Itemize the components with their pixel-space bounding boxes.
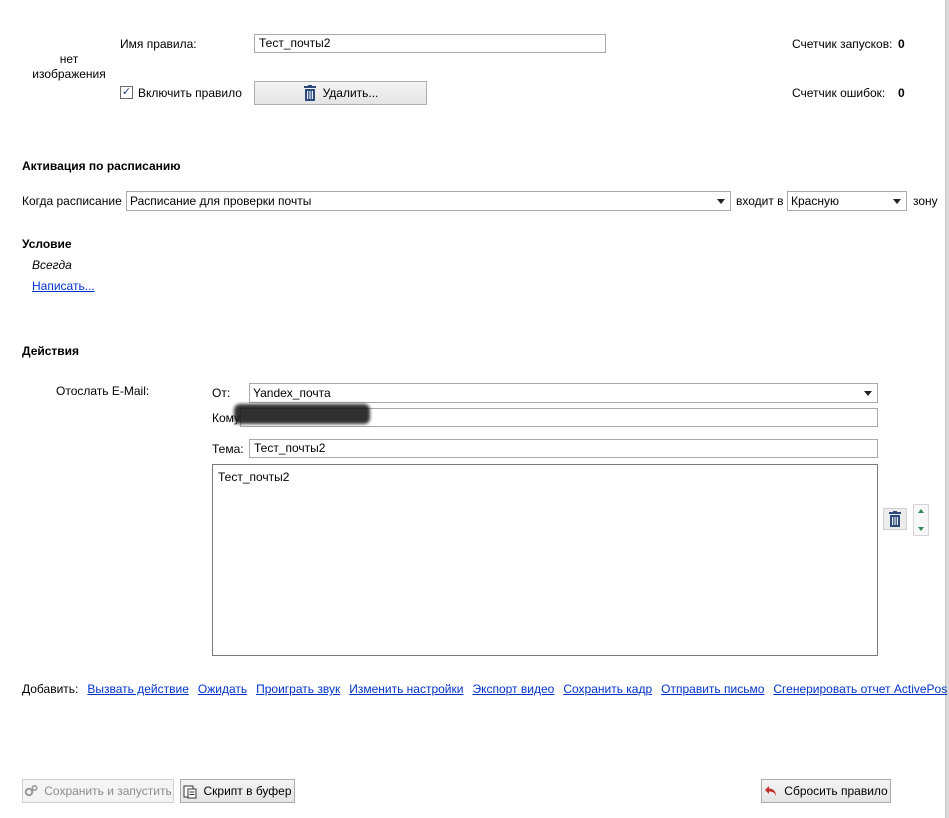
subject-label: Тема: xyxy=(212,442,244,456)
schedule-select[interactable]: Расписание для проверки почты xyxy=(126,191,731,211)
add-wait-link[interactable]: Ожидать xyxy=(198,682,247,696)
add-call-action-link[interactable]: Вызвать действие xyxy=(87,682,189,696)
add-change-settings-link[interactable]: Изменить настройки xyxy=(349,682,463,696)
add-generate-report-link[interactable]: Сгенерировать отчет ActivePos xyxy=(773,682,947,696)
rule-name-input[interactable]: Тест_почты2 xyxy=(254,34,606,53)
chevron-down-icon xyxy=(717,199,725,204)
send-email-label: Отослать E-Mail: xyxy=(56,384,150,398)
run-counter-label: Счетчик запусков: xyxy=(792,37,893,51)
trash-icon xyxy=(303,85,316,101)
add-send-email-link[interactable]: Отправить письмо xyxy=(661,682,764,696)
enable-rule-checkbox[interactable]: ✓ xyxy=(120,86,133,99)
delete-action-button[interactable] xyxy=(883,508,907,530)
script-to-clipboard-button[interactable]: Скрипт в буфер xyxy=(180,779,295,803)
redacted-recipient xyxy=(234,404,370,424)
add-export-video-link[interactable]: Экспорт видео xyxy=(472,682,554,696)
zone-suffix-label: зону xyxy=(913,194,938,208)
subject-input[interactable]: Тест_почты2 xyxy=(249,439,878,458)
reset-rule-label: Сбросить правило xyxy=(784,784,888,798)
add-actions-label: Добавить: xyxy=(22,682,79,696)
actions-section-title: Действия xyxy=(22,344,80,358)
rule-name-label: Имя правила: xyxy=(120,37,197,51)
save-and-run-button[interactable]: Сохранить и запустить xyxy=(22,779,174,803)
move-up-icon[interactable] xyxy=(918,509,924,513)
schedule-when-label: Когда расписание xyxy=(22,194,122,208)
add-save-frame-link[interactable]: Сохранить кадр xyxy=(563,682,652,696)
zone-select[interactable]: Красную xyxy=(787,191,907,211)
no-image-line2: изображения xyxy=(32,67,106,81)
trash-icon xyxy=(889,511,901,527)
gears-icon xyxy=(25,784,38,797)
script-to-clipboard-label: Скрипт в буфер xyxy=(203,784,292,798)
email-body-textarea[interactable]: Тест_почты2 xyxy=(212,464,878,656)
from-select[interactable]: Yandex_почта xyxy=(249,383,878,403)
schedule-select-value: Расписание для проверки почты xyxy=(130,194,312,208)
from-select-value: Yandex_почта xyxy=(253,386,331,400)
delete-button-label: Удалить... xyxy=(322,86,379,100)
reorder-spinner[interactable] xyxy=(913,504,929,536)
error-counter-value: 0 xyxy=(898,86,905,100)
condition-section-title: Условие xyxy=(22,237,72,251)
no-image-line1: нет xyxy=(59,52,79,66)
no-image-placeholder: нет изображения xyxy=(28,52,110,82)
add-play-sound-link[interactable]: Проиграть звук xyxy=(256,682,340,696)
undo-arrow-icon xyxy=(765,786,777,796)
clipboard-icon xyxy=(183,785,197,798)
chevron-down-icon xyxy=(864,391,872,396)
schedule-enters-label: входит в xyxy=(736,194,784,208)
enable-rule-label: Включить правило xyxy=(138,86,242,100)
condition-value: Всегда xyxy=(32,258,72,272)
from-label: От: xyxy=(212,386,231,400)
delete-button[interactable]: Удалить... xyxy=(254,81,427,105)
zone-select-value: Красную xyxy=(791,194,839,208)
add-actions-row: Добавить: Вызвать действие Ожидать Проиг… xyxy=(22,682,947,696)
reset-rule-button[interactable]: Сбросить правило xyxy=(761,779,891,803)
error-counter-label: Счетчик ошибок: xyxy=(792,86,886,100)
move-down-icon[interactable] xyxy=(918,527,924,531)
chevron-down-icon xyxy=(893,199,901,204)
condition-write-link[interactable]: Написать... xyxy=(32,279,95,293)
run-counter-value: 0 xyxy=(898,37,905,51)
save-and-run-label: Сохранить и запустить xyxy=(44,784,172,798)
schedule-section-title: Активация по расписанию xyxy=(22,159,181,173)
